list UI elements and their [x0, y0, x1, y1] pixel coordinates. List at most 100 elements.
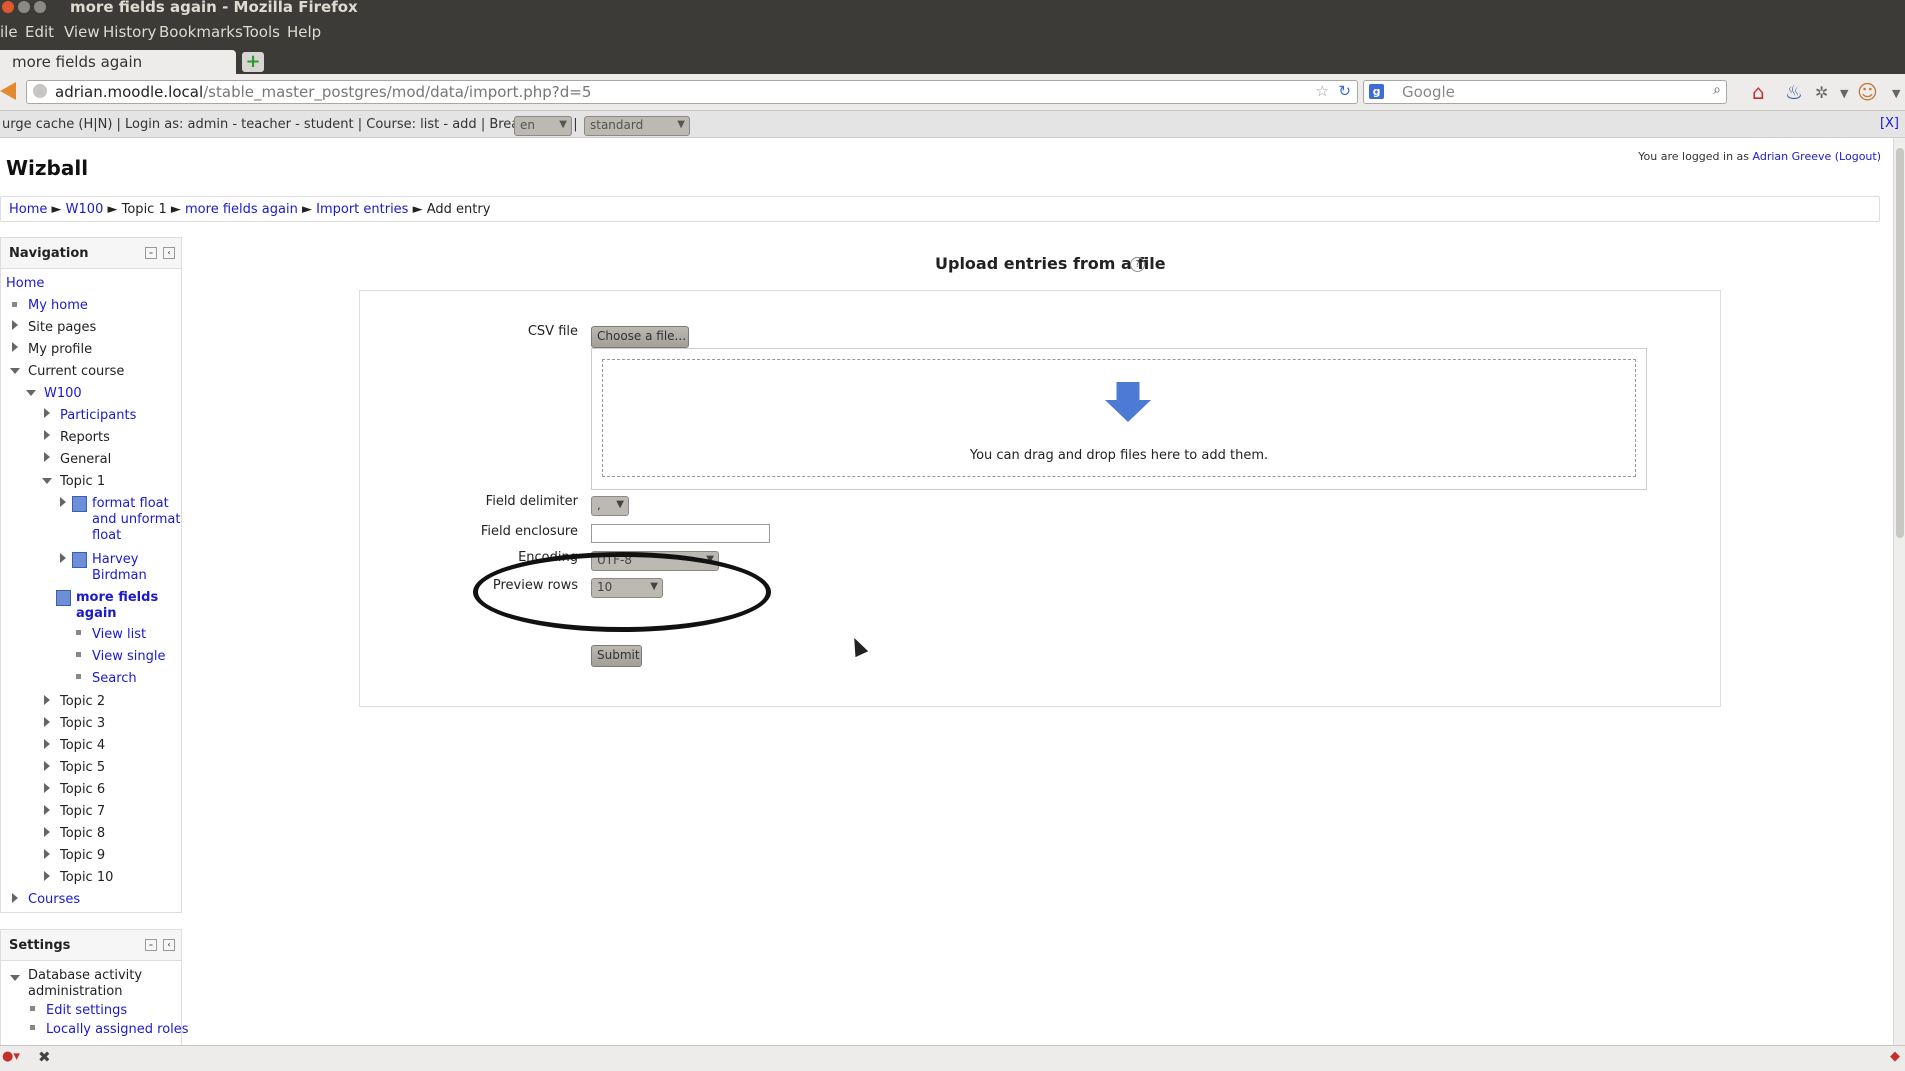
- dev-bar-links[interactable]: urge cache (H|N) | Login as: admin - tea…: [2, 117, 578, 132]
- settings-db-admin-1[interactable]: Database activity: [28, 968, 142, 983]
- menu-view[interactable]: View: [64, 23, 100, 41]
- url-bar[interactable]: adrian.moodle.local/stable_master_postgr…: [26, 80, 1358, 104]
- home-icon[interactable]: ⌂: [1752, 80, 1765, 104]
- site-identity-icon[interactable]: [33, 84, 47, 98]
- nav-my-home[interactable]: My home: [28, 298, 88, 313]
- page-scrollbar[interactable]: [1893, 138, 1905, 1045]
- expand-icon[interactable]: [44, 761, 50, 771]
- expand-icon[interactable]: [44, 739, 50, 749]
- menu-file[interactable]: ile: [0, 23, 18, 41]
- submit-button[interactable]: Submit: [591, 645, 642, 667]
- menu-tools[interactable]: Tools: [243, 23, 280, 41]
- expand-icon[interactable]: [44, 805, 50, 815]
- settings-db-admin-2[interactable]: administration: [28, 984, 122, 999]
- search-icon[interactable]: ⌕: [1713, 82, 1721, 98]
- nav-db-format-float-3[interactable]: float: [92, 528, 121, 543]
- theme-select[interactable]: standard ▼: [584, 116, 690, 136]
- collapse-icon[interactable]: [26, 390, 36, 396]
- breadcrumb-import[interactable]: Import entries: [316, 202, 408, 217]
- breadcrumb-home[interactable]: Home: [9, 202, 47, 217]
- nav-db-more-fields-2[interactable]: again: [76, 606, 117, 621]
- close-icon[interactable]: ✖: [38, 1048, 51, 1066]
- expand-icon[interactable]: [44, 871, 50, 881]
- nav-participants[interactable]: Participants: [60, 408, 136, 423]
- fire-extension-icon[interactable]: ♨: [1785, 80, 1803, 104]
- help-icon[interactable]: ?: [1130, 257, 1145, 272]
- expand-icon[interactable]: [60, 497, 66, 507]
- nav-topic-5[interactable]: Topic 5: [60, 760, 105, 775]
- nav-search[interactable]: Search: [92, 671, 137, 686]
- logout-link[interactable]: (Logout): [1835, 150, 1881, 163]
- tools-extension-icon[interactable]: ✲: [1815, 83, 1828, 102]
- nav-topic-8[interactable]: Topic 8: [60, 826, 105, 841]
- dev-bar-close[interactable]: [X]: [1880, 116, 1899, 131]
- back-arrow-icon[interactable]: [0, 82, 16, 100]
- collapse-block-icon[interactable]: –: [145, 247, 157, 259]
- nav-topic-9[interactable]: Topic 9: [60, 848, 105, 863]
- expand-icon[interactable]: [44, 695, 50, 705]
- nav-course[interactable]: W100: [44, 386, 82, 401]
- menu-dropdown-icon[interactable]: ▼: [1892, 87, 1900, 100]
- collapse-icon[interactable]: [10, 975, 20, 981]
- maximize-window-icon[interactable]: [34, 1, 46, 13]
- expand-icon[interactable]: [12, 342, 18, 352]
- expand-icon[interactable]: [44, 452, 50, 462]
- new-tab-button[interactable]: +: [242, 52, 264, 72]
- nav-site-pages[interactable]: Site pages: [28, 320, 96, 335]
- minimize-window-icon[interactable]: [18, 1, 30, 13]
- expand-icon[interactable]: [44, 408, 50, 418]
- nav-db-harvey-1[interactable]: Harvey: [92, 552, 138, 567]
- bookmark-star-icon[interactable]: ☆: [1316, 82, 1329, 100]
- status-extension-icon[interactable]: ◆: [1890, 1049, 1900, 1064]
- file-drop-zone[interactable]: You can drag and drop files here to add …: [591, 348, 1647, 490]
- menu-help[interactable]: Help: [287, 23, 321, 41]
- nav-current-course[interactable]: Current course: [28, 364, 124, 379]
- menu-edit[interactable]: Edit: [25, 23, 54, 41]
- tab-current[interactable]: more fields again: [0, 50, 236, 74]
- field-delimiter-select[interactable]: , ▼: [591, 496, 629, 516]
- expand-icon[interactable]: [44, 827, 50, 837]
- nav-topic-10[interactable]: Topic 10: [60, 870, 113, 885]
- language-select[interactable]: en ▼: [514, 116, 572, 136]
- nav-topic-7[interactable]: Topic 7: [60, 804, 105, 819]
- nav-db-more-fields-1[interactable]: more fields: [76, 590, 158, 605]
- dock-block-icon[interactable]: ‹: [163, 939, 175, 951]
- reload-icon[interactable]: ↻: [1338, 82, 1351, 100]
- file-drop-area[interactable]: You can drag and drop files here to add …: [602, 359, 1636, 477]
- search-input[interactable]: Google: [1402, 83, 1455, 101]
- nav-db-format-float-1[interactable]: format float: [92, 496, 169, 511]
- menu-history[interactable]: History: [103, 23, 156, 41]
- expand-icon[interactable]: [12, 893, 18, 903]
- expand-icon[interactable]: [60, 553, 66, 563]
- addon-icon[interactable]: ●▾: [2, 1049, 20, 1064]
- expand-icon[interactable]: [44, 783, 50, 793]
- expand-icon[interactable]: [44, 430, 50, 440]
- collapse-icon[interactable]: [10, 368, 20, 374]
- expand-icon[interactable]: [44, 717, 50, 727]
- nav-view-single[interactable]: View single: [92, 649, 165, 664]
- close-window-icon[interactable]: [2, 1, 14, 13]
- breadcrumb-activity[interactable]: more fields again: [185, 202, 298, 217]
- menu-bookmarks[interactable]: Bookmarks: [159, 23, 243, 41]
- dock-block-icon[interactable]: ‹: [163, 247, 175, 259]
- nav-topic-1[interactable]: Topic 1: [60, 474, 105, 489]
- profile-face-icon[interactable]: ☺: [1857, 80, 1878, 104]
- expand-icon[interactable]: [12, 320, 18, 330]
- field-enclosure-input[interactable]: [591, 524, 770, 543]
- nav-db-harvey-2[interactable]: Birdman: [92, 568, 147, 583]
- extension-dropdown-icon[interactable]: ▼: [1840, 87, 1848, 100]
- settings-edit[interactable]: Edit settings: [46, 1003, 127, 1018]
- breadcrumb-course[interactable]: W100: [66, 202, 104, 217]
- nav-my-profile[interactable]: My profile: [28, 342, 92, 357]
- collapse-block-icon[interactable]: –: [145, 939, 157, 951]
- expand-icon[interactable]: [44, 849, 50, 859]
- choose-file-button[interactable]: Choose a file...: [591, 326, 689, 348]
- nav-db-format-float-2[interactable]: and unformat: [92, 512, 180, 527]
- nav-reports[interactable]: Reports: [60, 430, 110, 445]
- user-link[interactable]: Adrian Greeve: [1753, 150, 1832, 163]
- collapse-icon[interactable]: [42, 478, 52, 484]
- nav-topic-4[interactable]: Topic 4: [60, 738, 105, 753]
- scrollbar-thumb[interactable]: [1896, 148, 1904, 538]
- settings-roles[interactable]: Locally assigned roles: [46, 1022, 189, 1037]
- nav-topic-3[interactable]: Topic 3: [60, 716, 105, 731]
